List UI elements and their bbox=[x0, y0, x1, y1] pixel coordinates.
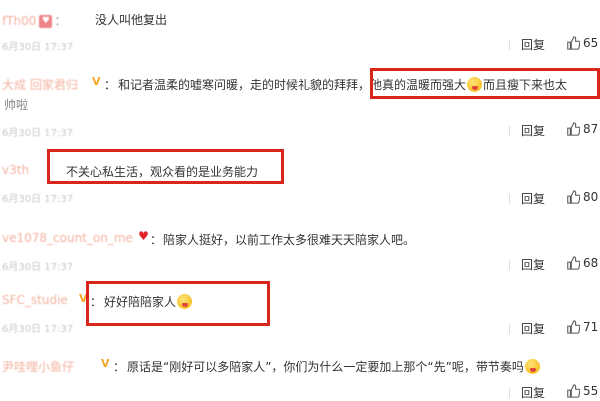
like-button[interactable]: 80 bbox=[566, 190, 598, 204]
thumbs-up-icon bbox=[567, 122, 580, 136]
like-button[interactable]: 68 bbox=[566, 256, 598, 270]
comment-text: 陪家人挺好，以前工作太多很难天天陪家人吧。 bbox=[163, 233, 416, 247]
comment-timestamp: 6月30日 17:37 bbox=[2, 128, 74, 139]
like-count: 87 bbox=[583, 122, 599, 136]
reply-button[interactable]: 回复 bbox=[521, 190, 545, 207]
colon-separator: ： bbox=[150, 233, 163, 247]
username-text[interactable]: fTh00 bbox=[2, 14, 36, 28]
vip-badge-icon: V bbox=[79, 292, 88, 305]
thumbs-up-icon bbox=[567, 36, 580, 50]
username-text[interactable]: ve1078_count_on_me bbox=[2, 231, 133, 245]
colon-separator: ： bbox=[54, 14, 67, 28]
tongue-out-emoji-icon bbox=[177, 294, 193, 309]
heart-badge-icon: ♥ bbox=[138, 229, 149, 243]
vip-badge-icon: V bbox=[101, 357, 110, 370]
like-count: 80 bbox=[583, 190, 599, 204]
red-badge-icon: ♥ bbox=[39, 15, 53, 28]
action-divider bbox=[509, 260, 510, 270]
colon-separator: ： bbox=[113, 360, 126, 374]
action-divider bbox=[509, 388, 510, 398]
comment-item: fTh00 ♥： 没人叫他复出 6月30日 17:37 回复 65 bbox=[0, 0, 600, 62]
tongue-out-emoji-icon bbox=[524, 359, 540, 374]
comment-text-continued: 帅啦 bbox=[4, 98, 29, 112]
username-text[interactable]: 大成 回家君归 bbox=[2, 78, 78, 92]
comment-text: 原话是“刚好可以多陪家人”，你们为什么一定要加上那个“先”呢，带节奏吗 bbox=[127, 358, 541, 375]
comment-text: 好好陪陪家人 bbox=[104, 293, 193, 310]
comment-text-main: 原话是“刚好可以多陪家人”，你们为什么一定要加上那个“先”呢，带节奏吗 bbox=[127, 360, 524, 374]
comment-username[interactable]: SFC_studie bbox=[2, 293, 68, 307]
comment-username[interactable]: ve1078_count_on_me bbox=[2, 231, 133, 245]
comment-text: 和记者温柔的嘘寒问暖，走的时候礼貌的拜拜，他真的温暖而强大 而且瘦下来也太 bbox=[118, 76, 567, 93]
comment-timestamp: 6月30日 17:37 bbox=[2, 262, 74, 273]
like-count: 68 bbox=[583, 256, 599, 270]
reply-button[interactable]: 回复 bbox=[521, 122, 545, 139]
reply-button[interactable]: 回复 bbox=[521, 36, 545, 53]
comment-text: 没人叫他复出 bbox=[95, 13, 168, 27]
username-text[interactable]: 尹哇哩小鱼仔 bbox=[2, 360, 74, 374]
colon-separator: ： bbox=[104, 78, 117, 92]
like-count: 71 bbox=[583, 320, 599, 334]
comment-username[interactable]: 尹哇哩小鱼仔 bbox=[2, 358, 74, 375]
like-count: 65 bbox=[583, 36, 599, 50]
like-button[interactable]: 71 bbox=[566, 320, 598, 334]
thumbs-up-icon bbox=[567, 256, 580, 270]
comment-text: 不关心私生活，观众看的是业务能力 bbox=[66, 165, 259, 179]
comment-timestamp: 6月30日 17:37 bbox=[2, 42, 74, 53]
action-divider bbox=[509, 126, 510, 136]
reply-button[interactable]: 回复 bbox=[521, 256, 545, 273]
comment-text-main: 好好陪陪家人 bbox=[104, 295, 177, 309]
like-button[interactable]: 55 bbox=[566, 384, 598, 398]
comment-item: ve1078_count_on_me ♥ ： 陪家人挺好，以前工作太多很难天天陪… bbox=[0, 214, 600, 282]
action-divider bbox=[509, 194, 510, 204]
like-button[interactable]: 87 bbox=[566, 122, 598, 136]
thumbs-up-icon bbox=[567, 384, 580, 398]
colon-separator: ： bbox=[90, 295, 103, 309]
username-text[interactable]: SFC_studie bbox=[2, 293, 68, 307]
like-count: 55 bbox=[583, 384, 599, 398]
reply-button[interactable]: 回复 bbox=[521, 384, 545, 401]
comment-timestamp: 6月30日 17:37 bbox=[2, 324, 74, 335]
comment-username[interactable]: 大成 回家君归 bbox=[2, 76, 78, 93]
thumbs-up-icon bbox=[567, 190, 580, 204]
comment-item: 尹哇哩小鱼仔 V ： 原话是“刚好可以多陪家人”，你们为什么一定要加上那个“先”… bbox=[0, 346, 600, 400]
tongue-out-emoji-icon bbox=[467, 77, 483, 92]
action-divider bbox=[509, 40, 510, 50]
comment-item: v3th 不关心私生活，观众看的是业务能力 6月30日 17:37 回复 80 bbox=[0, 146, 600, 214]
like-button[interactable]: 65 bbox=[566, 36, 598, 50]
comment-text-tail: 而且瘦下来也太 bbox=[483, 78, 568, 92]
username-text[interactable]: v3th bbox=[2, 163, 29, 177]
vip-badge-icon: V bbox=[92, 75, 101, 88]
action-divider bbox=[509, 324, 510, 334]
comment-timestamp: 6月30日 17:37 bbox=[2, 194, 74, 205]
reply-button[interactable]: 回复 bbox=[521, 320, 545, 337]
comment-item: SFC_studie V ： 好好陪陪家人 6月30日 17:37 回复 71 bbox=[0, 282, 600, 346]
comment-item: 大成 回家君归 V ： 和记者温柔的嘘寒问暖，走的时候礼貌的拜拜，他真的温暖而强… bbox=[0, 62, 600, 146]
comment-username[interactable]: fTh00 ♥： bbox=[2, 12, 66, 29]
thumbs-up-icon bbox=[567, 320, 580, 334]
comment-text-main: 和记者温柔的嘘寒问暖，走的时候礼貌的拜拜，他真的温暖而强大 bbox=[118, 78, 467, 92]
comment-username[interactable]: v3th bbox=[2, 163, 29, 177]
